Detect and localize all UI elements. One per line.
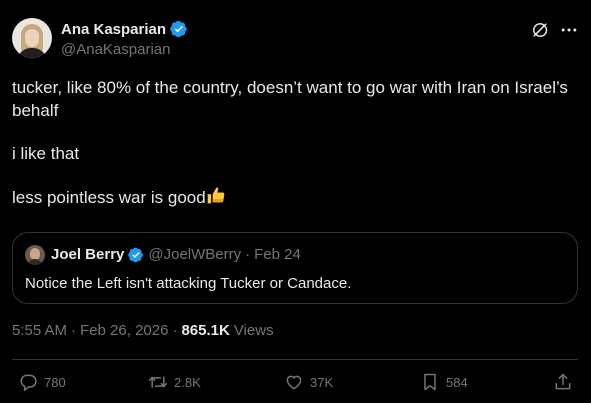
- action-bar: 780 2.8K 37K 584: [12, 372, 578, 396]
- quote-tweet[interactable]: Joel Berry @JoelWBerry · Feb 24 Notice t…: [12, 232, 578, 304]
- tweet-line: i like that: [12, 144, 80, 163]
- verified-badge-icon: [170, 20, 187, 38]
- quote-avatar: [25, 245, 45, 265]
- like-button[interactable]: 37K: [284, 372, 333, 392]
- bookmark-button[interactable]: 584: [420, 372, 468, 392]
- tweet-line: less pointless war is good: [12, 188, 206, 207]
- quote-handle: @JoelWBerry: [148, 246, 242, 263]
- meta-separator: ·: [71, 322, 77, 339]
- repost-count: 2.8K: [174, 374, 201, 390]
- author-name-row: Ana Kasparian: [61, 20, 188, 38]
- views-label: Views: [233, 322, 274, 339]
- avatar[interactable]: [12, 18, 52, 58]
- quote-separator: ·: [245, 246, 251, 263]
- quote-text: Notice the Left isn't attacking Tucker o…: [25, 275, 352, 292]
- share-icon: [555, 373, 571, 390]
- reply-icon: [20, 374, 37, 392]
- author-handle[interactable]: @AnaKasparian: [61, 41, 170, 58]
- grok-icon[interactable]: [530, 20, 550, 40]
- quote-display-name: Joel Berry: [51, 246, 125, 263]
- more-icon[interactable]: [559, 20, 579, 40]
- meta-separator: ·: [172, 322, 178, 339]
- tweet: Ana Kasparian @AnaKasparian tucker, like…: [0, 0, 591, 403]
- bookmark-count: 584: [446, 374, 468, 390]
- repost-button[interactable]: 2.8K: [148, 372, 201, 392]
- tweet-time[interactable]: 5:55 AM: [12, 322, 67, 339]
- reply-count: 780: [44, 374, 66, 390]
- quote-header: Joel Berry @JoelWBerry · Feb 24: [51, 246, 301, 263]
- tweet-line: tucker, like 80% of the country, doesn’t…: [12, 78, 568, 120]
- author-display-name[interactable]: Ana Kasparian: [61, 21, 166, 38]
- divider: [12, 359, 578, 360]
- repost-icon: [148, 376, 168, 388]
- verified-badge-icon: [128, 247, 144, 262]
- tweet-date[interactable]: Feb 26, 2026: [80, 322, 168, 339]
- views-count: 865.1K: [181, 322, 230, 339]
- tweet-meta: 5:55 AM · Feb 26, 2026 · 865.1K Views: [12, 322, 274, 339]
- reply-button[interactable]: 780: [18, 372, 66, 392]
- heart-icon: [286, 375, 302, 390]
- like-count: 37K: [310, 374, 334, 390]
- bookmark-icon: [424, 373, 436, 391]
- quote-date: Feb 24: [254, 246, 301, 263]
- tweet-text: tucker, like 80% of the country, doesn’t…: [12, 76, 572, 209]
- share-button[interactable]: [553, 372, 573, 392]
- thumbs-up-icon: [207, 187, 225, 204]
- tweet-line-with-emoji: less pointless war is good: [12, 185, 572, 209]
